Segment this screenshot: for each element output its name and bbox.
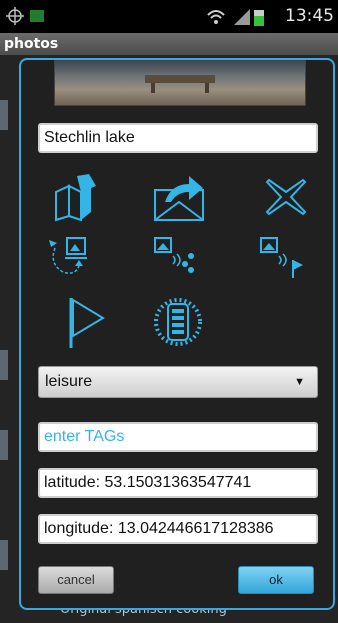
photo-preview: [54, 60, 306, 106]
cancel-button[interactable]: cancel: [38, 566, 114, 594]
category-selected-value: leisure: [45, 373, 93, 390]
ok-button[interactable]: ok: [238, 566, 314, 594]
edit-photo-dialog: Stechlin lake leisure ▼ enter TAGs latit…: [19, 58, 335, 610]
nfc-flag-icon[interactable]: [257, 234, 307, 284]
category-dropdown[interactable]: leisure ▼: [38, 366, 318, 398]
nfc-send-icon[interactable]: [151, 234, 201, 284]
background-thumbnail: [0, 430, 8, 460]
background-thumbnail: [0, 540, 8, 570]
tags-input[interactable]: enter TAGs: [38, 422, 318, 452]
background-thumbnail: [0, 350, 8, 380]
title-input[interactable]: Stechlin lake: [38, 123, 318, 153]
latitude-field[interactable]: latitude: 53.15031363547741: [38, 468, 318, 498]
chevron-down-icon: ▼: [294, 376, 305, 388]
longitude-field[interactable]: longitude: 13.042446617128386: [38, 514, 318, 544]
map-icon[interactable]: [51, 172, 101, 222]
status-bar: 13:45: [0, 0, 338, 33]
status-right-icons: [206, 7, 270, 31]
delete-icon[interactable]: [261, 172, 311, 222]
status-time: 13:45: [285, 6, 334, 26]
status-left-icons: [6, 6, 46, 30]
share-mail-icon[interactable]: [151, 172, 207, 222]
flag-icon[interactable]: [61, 294, 111, 350]
background-thumbnail: [0, 100, 8, 130]
battery-icon[interactable]: [153, 294, 203, 350]
app-bar-title: photos: [0, 33, 338, 55]
rotate-photo-icon[interactable]: [45, 234, 95, 284]
